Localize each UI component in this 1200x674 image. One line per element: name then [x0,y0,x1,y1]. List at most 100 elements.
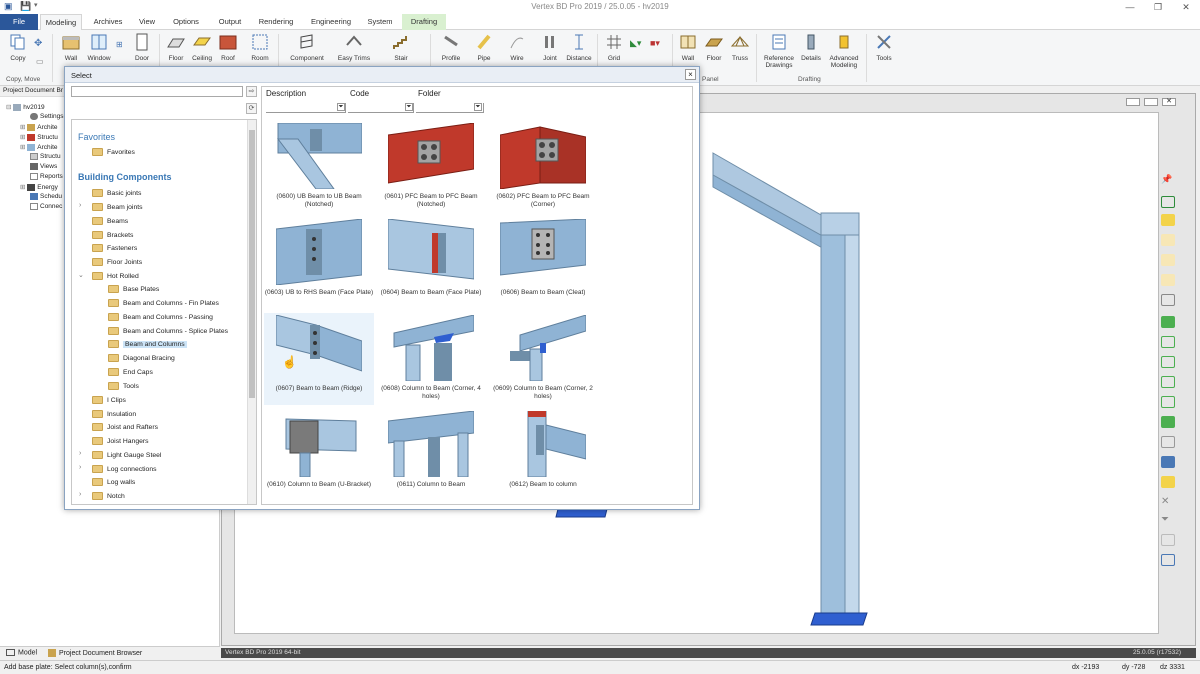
tab-drafting[interactable]: Drafting [402,14,446,30]
folder-base-plates[interactable]: Base Plates [108,285,159,293]
tree-item[interactable]: Reports [30,173,63,180]
col-description-header[interactable]: Description [266,89,306,98]
description-filter-field[interactable] [266,103,346,113]
folder-basic-joints[interactable]: Basic joints [92,189,141,197]
tree-item[interactable]: Connec [30,203,62,210]
search-go-icon[interactable]: ⇨ [246,86,257,97]
tab-modeling[interactable]: Modeling [40,14,82,30]
component-item[interactable]: (0611) Column to Beam [376,409,486,501]
folder-brackets[interactable]: Brackets [92,231,133,239]
tab-view[interactable]: View [132,14,162,30]
joint-button[interactable]: Joint [535,33,565,62]
tree-root[interactable]: ⊟ hv2019 [6,103,45,111]
move-icon[interactable]: ✥ [34,38,42,49]
description-filter-icon[interactable]: ⏷ [337,103,345,111]
window-grid-icon[interactable]: ⊞ [116,40,123,49]
tree-item[interactable]: ⊞ Structu [20,133,58,141]
folder-hot-rolled[interactable]: Hot Rolled [92,272,139,280]
stair-button[interactable]: Stair [386,33,416,62]
restore-icon[interactable]: ❐ [1144,0,1172,14]
refresh-icon[interactable]: ⟳ [246,103,257,114]
folder-i-clips[interactable]: I Clips [92,396,126,404]
expand-icon[interactable]: › [79,464,81,471]
tools-button[interactable]: Tools [869,33,899,62]
folder-fasteners[interactable]: Fasteners [92,244,137,252]
component-item[interactable]: (0612) Beam to column [488,409,598,501]
component-item[interactable]: (0606) Beam to Beam (Cleat) [488,217,598,309]
folder-favorites[interactable]: Favorites [92,148,135,156]
snap-point-icon[interactable] [1161,234,1175,246]
bucket-icon[interactable] [1161,456,1175,468]
folder-insulation[interactable]: Insulation [92,410,136,418]
component-item[interactable]: (0604) Beam to Beam (Face Plate) [376,217,486,309]
export-icon[interactable] [1161,554,1175,566]
viewport-restore-icon[interactable] [1144,98,1158,106]
tab-options[interactable]: Options [164,14,208,30]
folder-light-gauge-steel[interactable]: Light Gauge Steel [92,451,161,459]
distance-button[interactable]: Distance [564,33,594,62]
component-item[interactable]: (0610) Column to Beam (U-Bracket) [264,409,374,501]
folder-joist-and-rafters[interactable]: Joist and Rafters [92,423,158,431]
tree-item[interactable]: ⊞ Energy [20,183,58,191]
window-button[interactable]: Window [84,33,114,62]
expand-icon[interactable]: › [79,202,81,209]
folder-beam-joints[interactable]: Beam joints [92,203,143,211]
col-code-header[interactable]: Code [350,89,369,98]
component-item[interactable]: (0603) UB to RHS Beam (Face Plate) [264,217,374,309]
details-button[interactable]: Details [796,33,826,62]
properties-icon[interactable] [1161,436,1175,448]
snap-angle-icon[interactable] [1161,274,1175,286]
component-search-input[interactable] [71,86,243,97]
viewport-close-icon[interactable]: ✕ [1162,98,1176,106]
tree-item[interactable]: Views [30,163,57,170]
expand-icon[interactable]: › [79,491,81,498]
measure-icon[interactable] [1161,214,1175,226]
expand-icon[interactable]: › [79,450,81,457]
folder-splice-plates[interactable]: Beam and Columns - Splice Plates [108,327,228,335]
rotate-icon[interactable]: ▭ [36,57,44,66]
folder-beams[interactable]: Beams [92,217,128,225]
folder-filter-icon[interactable]: ⏷ [474,103,482,111]
folder-fin-plates[interactable]: Beam and Columns - Fin Plates [108,299,219,307]
roof-button[interactable]: Roof [213,33,243,62]
close-window-icon[interactable]: ✕ [1172,0,1200,14]
pipe-button[interactable]: Pipe [469,33,499,62]
tab-project-document-browser[interactable]: Project Document Browser [48,649,142,657]
tree-item[interactable]: ⊞ Archite [20,123,58,131]
folder-end-caps[interactable]: End Caps [108,368,153,376]
code-filter-icon[interactable]: ⏷ [405,103,413,111]
tab-file[interactable]: File [0,14,38,30]
tree-scrollbar-thumb[interactable] [249,130,255,398]
component-item-selected[interactable]: ☝ (0607) Beam to Beam (Ridge) [264,313,374,405]
door-button[interactable]: Door [127,33,157,62]
minimize-icon[interactable]: — [1116,0,1144,14]
view-front-icon[interactable] [1161,316,1175,328]
view-top-icon[interactable] [1161,376,1175,388]
component-button[interactable]: Component [290,33,324,62]
tab-engineering[interactable]: Engineering [304,14,358,30]
grid-button[interactable]: Grid [599,33,629,62]
advanced-modeling-button[interactable]: Advanced Modeling [826,33,862,69]
render-icon[interactable] [1161,416,1175,428]
viewport-minimize-icon[interactable] [1126,98,1140,106]
folder-log-walls[interactable]: Log walls [92,478,135,486]
copy-button[interactable]: Copy [3,33,33,62]
tab-model[interactable]: Model [6,649,37,656]
wire-button[interactable]: Wire [502,33,532,62]
tab-system[interactable]: System [362,14,398,30]
view-back-icon[interactable] [1161,336,1175,348]
red-marker-icon[interactable]: ■▾ [650,38,660,49]
filter-icon[interactable]: ⏷ [1161,514,1175,526]
view-iso-icon[interactable] [1161,396,1175,408]
component-item[interactable]: (0600) UB Beam to UB Beam (Notched) [264,121,374,213]
tab-output[interactable]: Output [210,14,250,30]
dialog-close-icon[interactable]: × [685,69,696,80]
snap-line-icon[interactable] [1161,254,1175,266]
tree-item[interactable]: Structu [30,153,61,160]
select-icon[interactable] [1161,196,1175,208]
folder-beam-and-columns[interactable]: Beam and Columns [108,340,187,348]
highlight-icon[interactable] [1161,476,1175,488]
easy-trims-button[interactable]: Easy Trims [336,33,372,62]
folder-log-connections[interactable]: Log connections [92,465,157,473]
component-item[interactable]: (0601) PFC Beam to PFC Beam (Notched) [376,121,486,213]
